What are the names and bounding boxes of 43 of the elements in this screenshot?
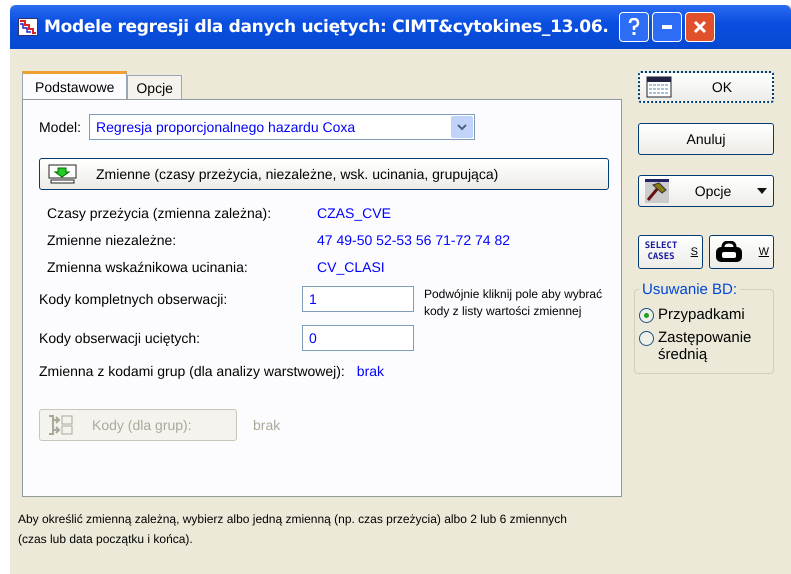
help-button[interactable] bbox=[618, 12, 649, 42]
minimize-button[interactable] bbox=[652, 12, 682, 42]
group-title: Usuwanie BD: bbox=[641, 281, 738, 298]
weight-icon bbox=[714, 241, 744, 263]
variables-button[interactable]: Zmienne (czasy przeżycia, niezależne, wsk. ucinania, grupująca) bbox=[39, 158, 609, 190]
code-field[interactable]: 1 bbox=[302, 286, 414, 312]
close-button[interactable] bbox=[684, 12, 715, 42]
group-variable-value: brak bbox=[356, 363, 384, 379]
cancel-button[interactable]: Anuluj bbox=[638, 123, 774, 155]
field-label: Kody kompletnych obserwacji: bbox=[39, 291, 228, 307]
window-title: Modele regresji dla danych uciętych: CIMT&cytokines_13.06. bbox=[44, 17, 609, 37]
hammer-icon bbox=[645, 179, 669, 203]
model-dropdown[interactable]: Regresja proporcjonalnego hazardu Coxa bbox=[89, 114, 476, 140]
group-codes-value: brak bbox=[253, 417, 280, 433]
variable-label: Czasy przeżycia (zmienna zależna): bbox=[47, 205, 272, 221]
select-cases-button[interactable]: SELECT CASES S bbox=[638, 235, 703, 269]
table-icon bbox=[646, 76, 672, 98]
dropdown-arrow-icon bbox=[757, 188, 767, 194]
grid-arrows-icon bbox=[48, 414, 74, 436]
options-button[interactable]: Opcje bbox=[638, 175, 774, 207]
model-label: Model: bbox=[39, 119, 82, 135]
close-icon bbox=[692, 20, 707, 34]
tab[interactable]: Podstawowe bbox=[22, 71, 128, 99]
variable-label: Zmienna wskaźnikowa ucinania: bbox=[47, 259, 249, 275]
hint-text: Podwójnie kliknij pole aby wybrać kody z listy wartości zmiennej bbox=[424, 286, 604, 320]
weight-button[interactable]: W bbox=[709, 235, 774, 269]
help-note: Aby określić zmienną zależną, wybierz albo jedną zmienną (np. czas przeżycia) albo 2 lub 6 zmiennych (czas lub data początku i końca). bbox=[18, 511, 568, 548]
variable-value: CZAS_CVE bbox=[317, 205, 392, 221]
radio-option[interactable]: Przypadkami bbox=[639, 306, 769, 323]
app-icon bbox=[18, 18, 38, 36]
field-label: Kody obserwacji uciętych: bbox=[39, 330, 200, 346]
variable-label: Zmienne niezależne: bbox=[47, 232, 178, 248]
monitor-arrow-icon bbox=[48, 164, 78, 184]
chevron-down-icon bbox=[457, 124, 468, 130]
radio-option[interactable]: Zastępowanie średnią bbox=[639, 329, 769, 363]
code-field[interactable]: 0 bbox=[302, 325, 414, 351]
group-variable-label: Zmienna z kodami grup (dla analizy warstwowej): bbox=[39, 363, 345, 379]
tab[interactable]: Opcje bbox=[127, 75, 182, 99]
help-icon bbox=[626, 18, 641, 36]
variable-value: 47 49-50 52-53 56 71-72 74 82 bbox=[317, 232, 512, 248]
minimize-icon bbox=[662, 25, 672, 29]
variable-value: CV_CLASI bbox=[317, 259, 386, 275]
ok-button[interactable]: OK bbox=[638, 71, 774, 103]
